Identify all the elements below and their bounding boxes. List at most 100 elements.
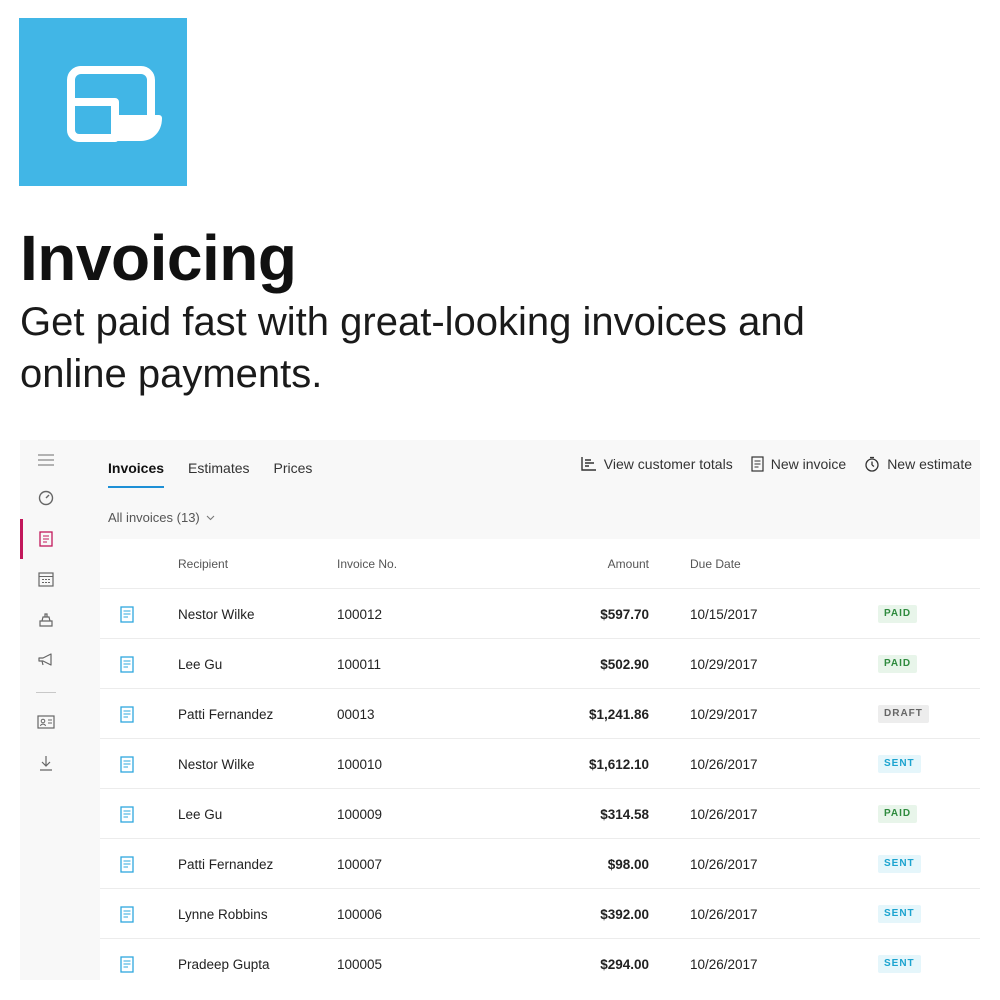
table-row[interactable]: Lee Gu 100011 $502.90 10/29/2017 PAID (100, 639, 980, 689)
status-badge: PAID (878, 805, 918, 823)
invoice-row-icon-cell (120, 689, 140, 739)
bar-chart-list-icon (581, 457, 596, 471)
tab-prices[interactable]: Prices (274, 456, 313, 488)
download-icon (40, 756, 52, 771)
filter-label: All invoices (13) (108, 510, 200, 525)
status-cell: DRAFT (878, 689, 929, 739)
status-cell: PAID (878, 789, 918, 839)
hero-subtitle: Get paid fast with great-looking invoice… (20, 300, 805, 396)
column-header-recipient[interactable]: Recipient (178, 539, 228, 589)
invoice-document-icon (120, 955, 134, 973)
due-date-cell: 10/26/2017 (690, 906, 758, 922)
rail-item-marketing[interactable] (20, 640, 72, 680)
tab-invoices[interactable]: Invoices (108, 456, 165, 488)
column-header-amount[interactable]: Amount (520, 539, 649, 589)
status-cell: PAID (878, 589, 918, 639)
stopwatch-icon (865, 456, 879, 472)
invoice-number-cell: 100009 (337, 806, 383, 822)
invoice-row-icon-cell (120, 639, 140, 689)
amount-cell: $502.90 (600, 656, 649, 672)
recipient-cell: Lee Gu (178, 656, 223, 672)
invoice-document-icon (120, 855, 134, 873)
table-row[interactable]: Patti Fernandez 00013 $1,241.86 10/29/2017 D… (100, 689, 980, 739)
amount-cell: $392.00 (600, 906, 649, 922)
column-header-invoice-no[interactable]: Invoice No. (337, 539, 397, 589)
recipient-cell: Pradeep Gupta (178, 956, 270, 972)
due-date-cell: 10/26/2017 (690, 856, 758, 872)
status-cell: SENT (878, 889, 921, 939)
rail-item-calendar[interactable] (20, 559, 72, 599)
megaphone-icon (38, 653, 52, 666)
invoice-document-icon (120, 705, 134, 723)
status-badge: PAID (878, 605, 918, 623)
amount-cell: $1,612.10 (588, 756, 649, 772)
status-cell: SENT (878, 939, 921, 980)
invoice-filter-dropdown[interactable]: All invoices (13) (108, 510, 215, 525)
invoice-table: Recipient Invoice No. Amount Due Date Ne… (100, 539, 980, 980)
table-header-row: Recipient Invoice No. Amount Due Date (100, 539, 980, 589)
dashboard-gauge-icon (38, 490, 54, 506)
invoice-document-icon (120, 905, 134, 923)
due-date-cell: 10/15/2017 (690, 606, 758, 622)
new-invoice-icon (751, 456, 764, 472)
status-cell: PAID (878, 639, 918, 689)
tab-bar: Invoices Estimates Prices (108, 456, 312, 488)
rail-item-download[interactable] (20, 743, 72, 783)
contact-card-icon (37, 715, 55, 729)
table-row[interactable]: Patti Fernandez 100007 $98.00 10/26/2017 SEN… (100, 839, 980, 889)
table-row[interactable]: Pradeep Gupta 100005 $294.00 10/26/2017 SENT (100, 939, 980, 980)
due-date-cell: 10/29/2017 (690, 656, 758, 672)
invoice-document-icon (120, 755, 134, 773)
amount-cell: $98.00 (607, 856, 649, 872)
chevron-down-icon (206, 515, 215, 520)
table-row[interactable]: Lee Gu 100009 $314.58 10/26/2017 PAID (100, 789, 980, 839)
recipient-cell: Patti Fernandez (178, 706, 274, 722)
due-date-cell: 10/26/2017 (690, 806, 758, 822)
status-badge: DRAFT (878, 705, 929, 723)
invoice-row-icon-cell (120, 589, 140, 639)
invoice-document-icon (120, 805, 134, 823)
invoicing-app-window: Invoices Estimates Prices View customer … (20, 440, 980, 980)
invoice-row-icon-cell (120, 739, 140, 789)
status-badge: SENT (878, 905, 921, 923)
due-date-cell: 10/26/2017 (690, 956, 758, 972)
invoice-document-icon (120, 605, 134, 623)
invoice-row-icon-cell (120, 939, 140, 980)
table-row[interactable]: Lynne Robbins 100006 $392.00 10/26/2017 SENT (100, 889, 980, 939)
rail-divider (36, 692, 56, 693)
status-cell: SENT (878, 739, 921, 789)
invoice-number-cell: 100012 (337, 606, 383, 622)
new-estimate-label: New estimate (887, 456, 972, 472)
rail-item-invoices[interactable] (20, 519, 72, 559)
invoicing-logo-tile (19, 18, 187, 186)
rail-item-dashboard[interactable] (20, 478, 72, 518)
table-row[interactable]: Nestor Wilke 100010 $1,612.10 10/26/2017 SEN… (100, 739, 980, 789)
invoice-document-icon (120, 655, 134, 673)
invoice-row-icon-cell (120, 889, 140, 939)
new-estimate-button[interactable]: New estimate (864, 456, 972, 472)
status-badge: SENT (878, 955, 921, 973)
invoice-number-cell: 100010 (337, 756, 383, 772)
status-badge: PAID (878, 655, 918, 673)
tab-estimates[interactable]: Estimates (188, 456, 249, 488)
recipient-cell: Patti Fernandez (178, 856, 274, 872)
column-header-due-date[interactable]: Due Date (690, 539, 741, 589)
recipient-cell: Lynne Robbins (178, 906, 268, 922)
cash-register-icon (39, 613, 53, 627)
new-invoice-button[interactable]: New invoice (751, 456, 846, 472)
rail-item-payments[interactable] (20, 600, 72, 640)
amount-cell: $294.00 (600, 956, 649, 972)
view-customer-totals-button[interactable]: View customer totals (581, 456, 733, 472)
amount-cell: $314.58 (600, 806, 649, 822)
calendar-icon (38, 572, 54, 587)
amount-cell: $1,241.86 (588, 706, 649, 722)
rail-item-contacts[interactable] (20, 702, 72, 742)
table-row[interactable]: Nestor Wilke 100012 $597.70 10/15/2017 PAID (100, 589, 980, 639)
view-customer-totals-label: View customer totals (603, 456, 733, 472)
invoice-number-cell: 100006 (337, 906, 383, 922)
invoice-number-cell: 00013 (337, 706, 375, 722)
invoice-number-cell: 100005 (337, 956, 383, 972)
recipient-cell: Nestor Wilke (178, 756, 255, 772)
invoice-row-icon-cell (120, 789, 140, 839)
hamburger-menu-button[interactable] (20, 440, 72, 480)
